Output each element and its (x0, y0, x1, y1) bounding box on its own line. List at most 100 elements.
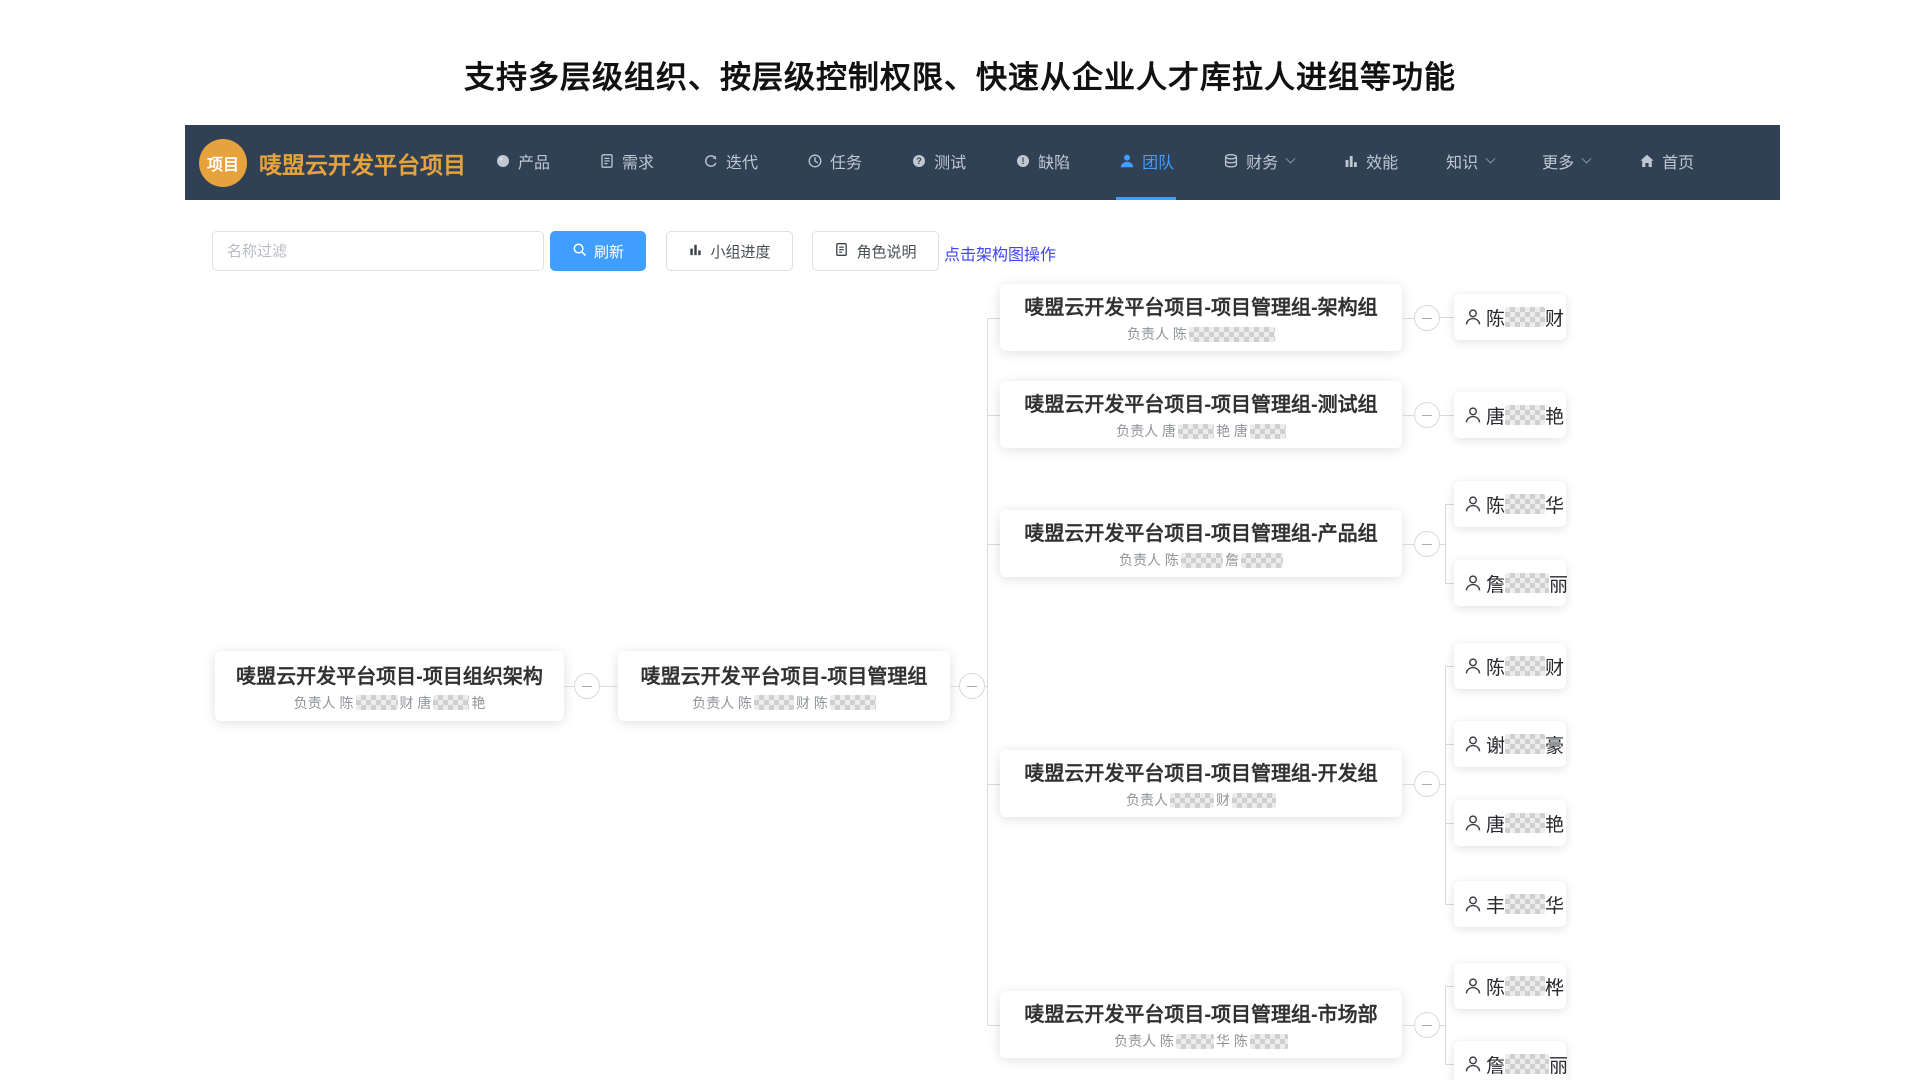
connector-line (1445, 666, 1454, 667)
top-navbar: 项目 唛盟云开发平台项目 产品需求迭代任务? 测试 !缺陷团队财务 效能 知识 更多首页 (185, 125, 1780, 200)
collapse-toggle-button[interactable] (1414, 1012, 1440, 1038)
org-root-node[interactable]: 唛盟云开发平台项目-项目组织架构负责人 陈财 唐艳 (215, 651, 564, 721)
connector-line (987, 784, 1000, 785)
nav-item-task[interactable]: 任务 (804, 125, 864, 200)
member-node[interactable]: 陈财 (1454, 643, 1566, 689)
connector-line (1445, 583, 1454, 584)
collapse-toggle-button[interactable] (1414, 771, 1440, 797)
project-logo-badge[interactable]: 项目 (199, 139, 247, 187)
arch-diagram-hint-link[interactable]: 点击架构图操作 (944, 241, 1056, 265)
nav-item-label: 测试 (934, 149, 966, 173)
connector-line (987, 318, 1000, 319)
censored-name (1232, 793, 1276, 808)
connector-line (1445, 504, 1446, 583)
refresh-button[interactable]: 刷新 (550, 231, 646, 271)
org-node-leader: 负责人 财 (1126, 790, 1276, 810)
product-icon (494, 153, 511, 170)
org-group-node[interactable]: 唛盟云开发平台项目-项目管理组-产品组负责人 陈 詹 (1000, 510, 1402, 577)
connector-line (987, 415, 1000, 416)
page-root: 支持多层级组织、按层级控制权限、快速从企业人才库拉人进组等功能 项目 唛盟云开发… (0, 0, 1920, 1080)
connector-line (564, 686, 574, 687)
home-icon (1638, 153, 1655, 170)
person-icon (1464, 657, 1482, 675)
minus-icon (967, 686, 977, 687)
censored-name (1505, 734, 1545, 754)
person-icon (1464, 574, 1482, 592)
nav-item-performance[interactable]: 效能 (1340, 125, 1400, 200)
collapse-toggle-button[interactable] (959, 673, 985, 699)
censored-name (1241, 553, 1283, 568)
member-node[interactable]: 陈财 (1454, 294, 1566, 340)
org-node-title: 唛盟云开发平台项目-项目管理组-架构组 (1024, 291, 1377, 320)
connector-line (1440, 317, 1454, 318)
censored-name (830, 695, 876, 710)
task-icon (806, 153, 823, 170)
member-node[interactable]: 唐艳 (1454, 800, 1566, 846)
member-name: 詹丽 (1486, 570, 1568, 597)
censored-name (433, 695, 469, 710)
group-progress-button[interactable]: 小组进度 (666, 231, 793, 271)
connector-line (1402, 318, 1414, 319)
connector-line (1445, 986, 1446, 1064)
member-node[interactable]: 唐艳 (1454, 392, 1566, 438)
member-name: 詹丽 (1486, 1051, 1568, 1078)
project-title: 唛盟云开发平台项目 (259, 146, 466, 180)
censored-name (754, 695, 794, 710)
connector-line (950, 686, 959, 687)
org-group-node[interactable]: 唛盟云开发平台项目-项目管理组-开发组负责人 财 (1000, 750, 1402, 817)
chevron-down-icon (1582, 153, 1592, 163)
org-node-leader: 负责人 陈华 陈 (1114, 1031, 1288, 1051)
org-node-leader: 负责人 陈财 唐艳 (294, 693, 486, 713)
censored-name (1505, 976, 1545, 996)
member-name: 唐艳 (1486, 810, 1564, 837)
org-group-node[interactable]: 唛盟云开发平台项目-项目管理组-市场部负责人 陈华 陈 (1000, 991, 1402, 1058)
nav-item-iteration[interactable]: 迭代 (700, 125, 760, 200)
nav-item-product[interactable]: 产品 (492, 125, 552, 200)
role-description-button[interactable]: 角色说明 (812, 231, 939, 271)
member-node[interactable]: 陈桦 (1454, 963, 1566, 1009)
nav-item-finance[interactable]: 财务 (1220, 125, 1296, 200)
finance-icon (1222, 153, 1239, 170)
censored-name (1250, 1034, 1288, 1049)
censored-name (1505, 405, 1545, 425)
member-node[interactable]: 陈华 (1454, 481, 1566, 527)
org-node-leader: 负责人 陈 詹 (1119, 550, 1283, 570)
org-group-node[interactable]: 唛盟云开发平台项目-项目管理组-测试组负责人 唐艳 唐 (1000, 381, 1402, 448)
nav-item-more[interactable]: 更多 (1540, 125, 1592, 200)
nav-item-label: 效能 (1366, 149, 1398, 173)
role-description-label: 角色说明 (856, 241, 916, 262)
nav-item-home[interactable]: 首页 (1636, 125, 1696, 200)
member-name: 陈桦 (1486, 973, 1564, 1000)
nav-item-requirement[interactable]: 需求 (596, 125, 656, 200)
name-filter-input[interactable] (212, 231, 544, 271)
member-node[interactable]: 詹丽 (1454, 560, 1566, 606)
nav-item-label: 知识 (1446, 149, 1478, 173)
document-icon (834, 242, 849, 261)
minus-icon (1422, 784, 1432, 785)
connector-line (1402, 415, 1414, 416)
nav-item-team[interactable]: 团队 (1116, 125, 1176, 200)
censored-name (1505, 1054, 1549, 1074)
page-headline: 支持多层级组织、按层级控制权限、快速从企业人才库拉人进组等功能 (0, 52, 1920, 97)
censored-name (1189, 327, 1275, 342)
org-group-node[interactable]: 唛盟云开发平台项目-项目管理组-架构组负责人 陈 (1000, 284, 1402, 351)
nav-item-knowledge[interactable]: 知识 (1444, 125, 1496, 200)
person-icon (1464, 406, 1482, 424)
member-name: 陈财 (1486, 304, 1564, 331)
nav-item-defect[interactable]: !缺陷 (1012, 125, 1072, 200)
member-node[interactable]: 谢豪 (1454, 721, 1566, 767)
nav-item-test[interactable]: ? 测试 (908, 125, 968, 200)
collapse-toggle-button[interactable] (1414, 305, 1440, 331)
connector-line (987, 318, 988, 1025)
connector-line (1445, 904, 1454, 905)
collapse-toggle-button[interactable] (1414, 402, 1440, 428)
collapse-toggle-button[interactable] (574, 673, 600, 699)
org-manager-node[interactable]: 唛盟云开发平台项目-项目管理组负责人 陈财 陈 (618, 651, 950, 721)
member-node[interactable]: 詹丽 (1454, 1041, 1566, 1080)
connector-line (1445, 1064, 1454, 1065)
censored-name (1250, 424, 1286, 439)
minus-icon (1422, 318, 1432, 319)
member-node[interactable]: 丰华 (1454, 881, 1566, 927)
test-icon: ? (910, 153, 927, 170)
collapse-toggle-button[interactable] (1414, 531, 1440, 557)
